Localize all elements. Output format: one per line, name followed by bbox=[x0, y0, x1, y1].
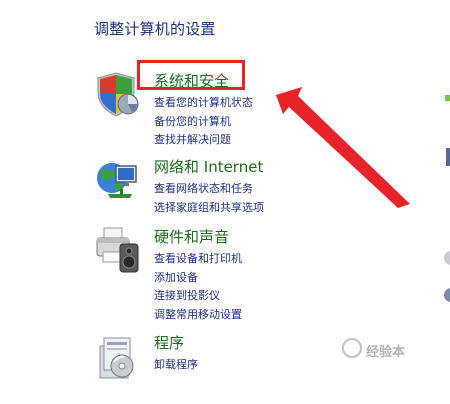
watermark-logo-icon bbox=[342, 338, 362, 358]
right-edge-partial-icons bbox=[442, 0, 450, 400]
annotation-arrow bbox=[276, 87, 410, 208]
watermark-text: 经验本 bbox=[366, 345, 406, 360]
